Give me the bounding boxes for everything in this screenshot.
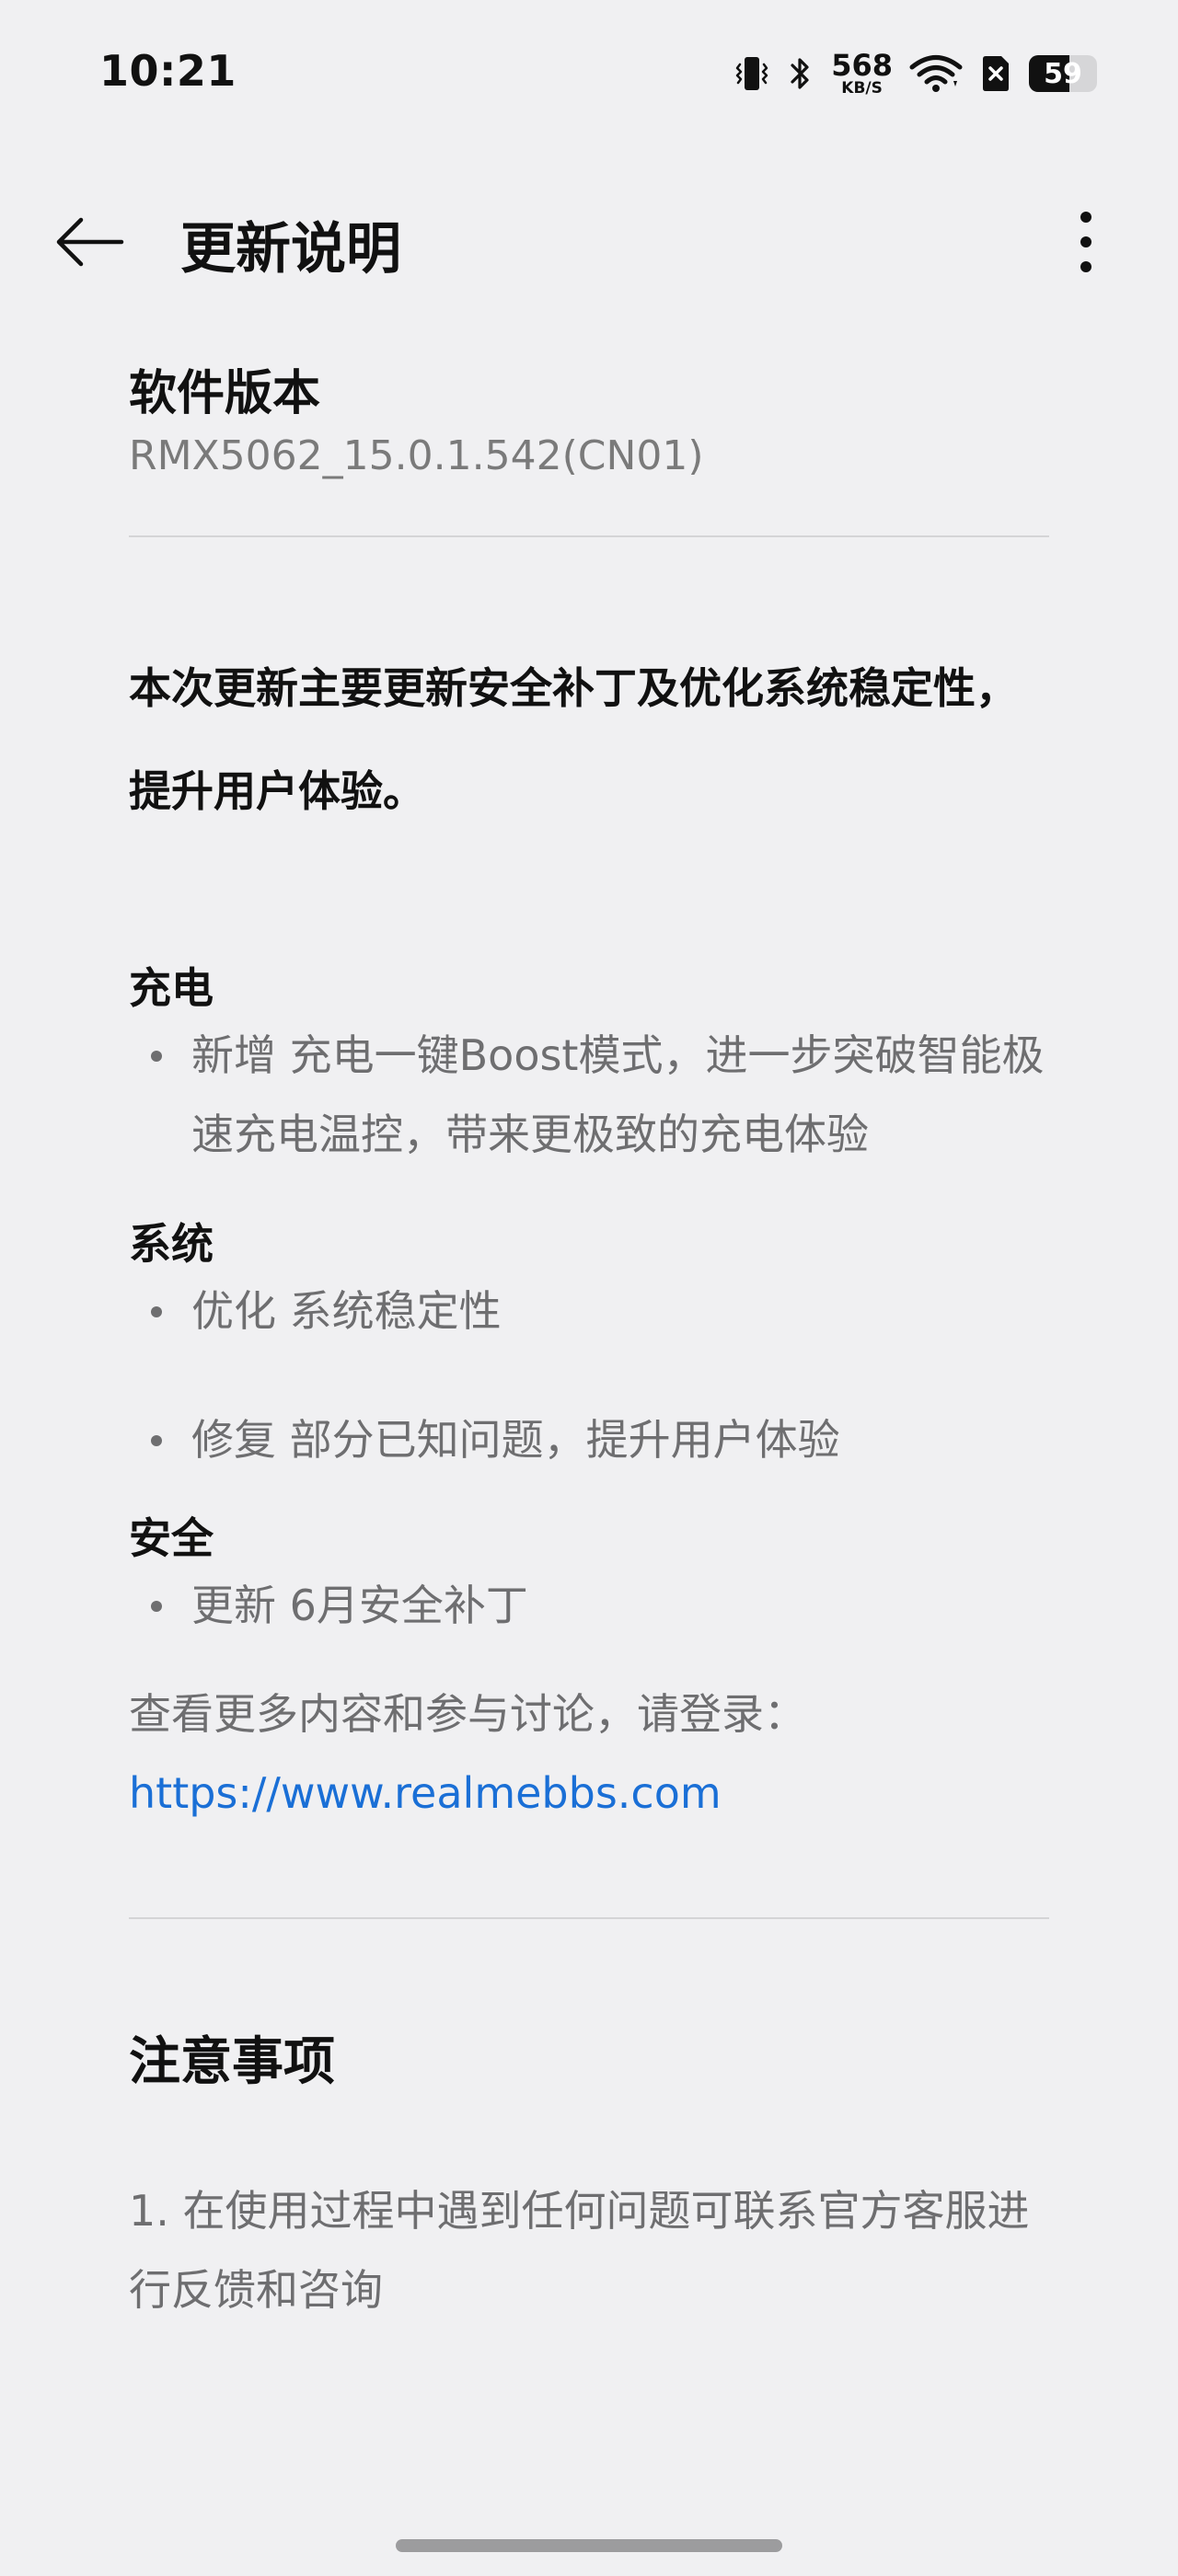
list-item: 新增 充电一键Boost模式，进一步突破智能极速充电温控，带来更极致的充电体验 xyxy=(129,1016,1049,1174)
home-indicator[interactable] xyxy=(396,2539,782,2552)
app-bar: 更新说明 xyxy=(0,184,1178,304)
charge-list: 新增 充电一键Boost模式，进一步突破智能极速充电温控，带来更极致的充电体验 xyxy=(129,1016,1049,1174)
page-title: 更新说明 xyxy=(180,217,401,282)
section-heading-system: 系统 xyxy=(129,1219,214,1269)
divider xyxy=(129,1917,1049,1919)
section-heading-security: 安全 xyxy=(129,1513,214,1563)
security-list: 更新 6月安全补丁 xyxy=(129,1566,1049,1645)
status-time: 10:21 xyxy=(99,46,237,96)
community-link[interactable]: https://www.realmebbs.com xyxy=(129,1754,1049,1833)
more-info-text: 查看更多内容和参与讨论，请登录： xyxy=(129,1689,806,1739)
more-vertical-icon xyxy=(1079,210,1093,278)
software-version-label: 软件版本 xyxy=(129,366,321,421)
section-heading-charge: 充电 xyxy=(129,963,214,1013)
status-icons: 568 KB/S 59 xyxy=(733,46,1097,101)
network-speed-value: 568 xyxy=(831,48,893,83)
status-bar: 10:21 568 KB/S 59 xyxy=(0,0,1178,147)
notice-item: 1. 在使用过程中遇到任何问题可联系官方客服进行反馈和咨询 xyxy=(129,2186,1030,2315)
more-options-button[interactable] xyxy=(1068,207,1104,281)
back-arrow-icon xyxy=(53,214,125,273)
notice-heading: 注意事项 xyxy=(129,2032,335,2092)
vibrate-icon xyxy=(733,53,770,94)
list-item: 优化 系统稳定性 xyxy=(129,1271,1049,1351)
battery-level: 59 xyxy=(1044,57,1082,90)
list-item: 更新 6月安全补丁 xyxy=(129,1566,1049,1645)
no-sim-icon xyxy=(979,53,1012,94)
release-notes-content: 软件版本 RMX5062_15.0.1.542(CN01) 本次更新主要更新安全… xyxy=(129,361,1049,2329)
software-version-value: RMX5062_15.0.1.542(CN01) xyxy=(129,432,704,479)
network-speed: 568 KB/S xyxy=(831,51,893,97)
back-button[interactable] xyxy=(48,210,131,278)
divider xyxy=(129,535,1049,537)
network-speed-unit: KB/S xyxy=(841,79,883,98)
update-summary: 本次更新主要更新安全补丁及优化系统稳定性，提升用户体验。 xyxy=(129,663,1018,816)
list-item: 修复 部分已知问题，提升用户体验 xyxy=(129,1400,1049,1479)
wifi-icon xyxy=(909,53,963,94)
bluetooth-icon xyxy=(787,53,814,94)
system-list: 优化 系统稳定性 修复 部分已知问题，提升用户体验 xyxy=(129,1271,1049,1479)
battery-icon: 59 xyxy=(1029,55,1097,92)
bottom-fade xyxy=(0,2484,1178,2576)
